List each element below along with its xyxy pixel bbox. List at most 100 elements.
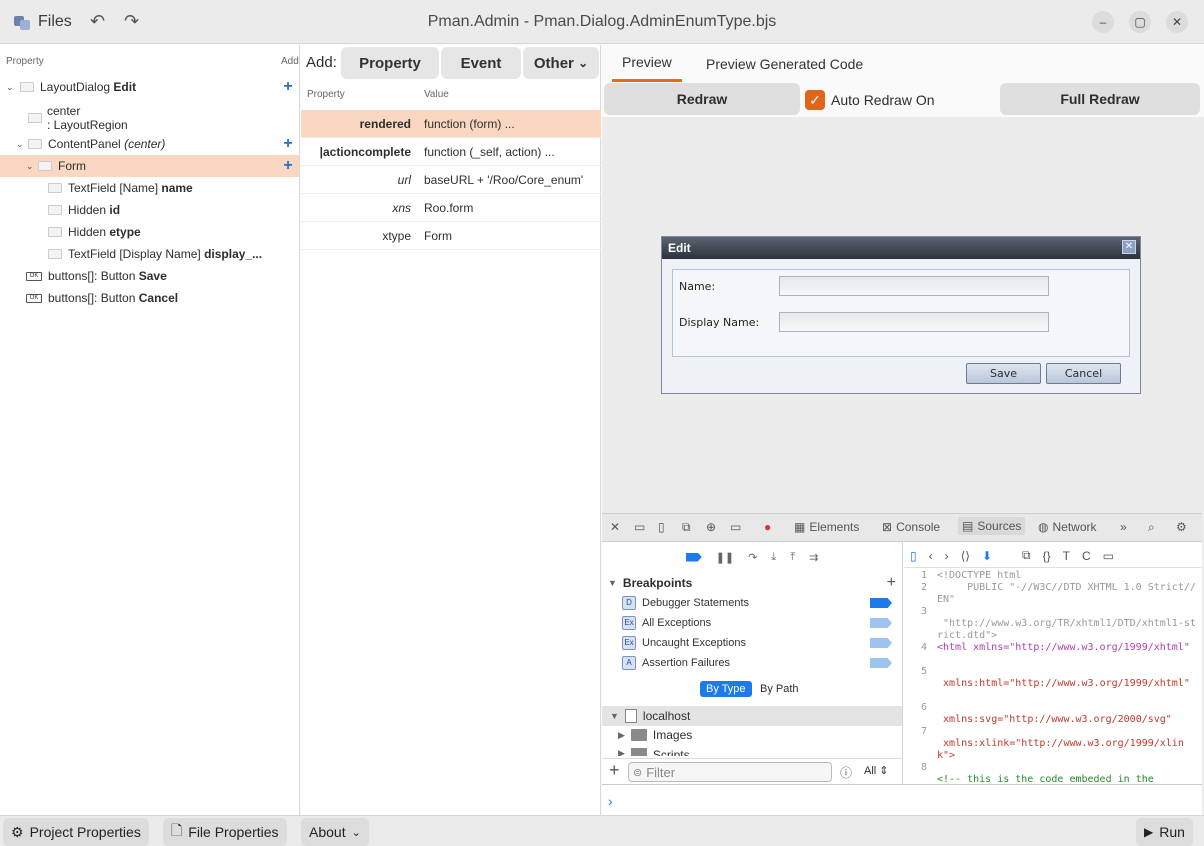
resource-folder-images[interactable]: ▶ Images bbox=[618, 728, 692, 742]
resource-host-row[interactable]: ▼ localhost bbox=[602, 706, 902, 726]
search-icon[interactable]: ⌕ bbox=[1148, 520, 1155, 535]
dialog-save-button[interactable]: Save bbox=[966, 363, 1041, 384]
tree-row-button-save[interactable]: OK buttons[]: Button Save bbox=[0, 265, 299, 287]
source-code-view[interactable]: 1 <!DOCTYPE html 2 PUBLIC "-//W3C//DTD X… bbox=[907, 570, 1201, 782]
prop-row[interactable]: xtype Form bbox=[301, 222, 601, 250]
add-event-button[interactable]: Event bbox=[441, 47, 521, 79]
about-button[interactable]: About ⌄ bbox=[301, 818, 369, 846]
breakpoint-flag-icon[interactable] bbox=[870, 638, 892, 648]
text-icon[interactable]: T bbox=[1063, 549, 1070, 563]
prop-row[interactable]: url baseURL + '/Roo/Core_enum' bbox=[301, 166, 601, 194]
expand-triangle-icon[interactable]: ▶ bbox=[618, 748, 625, 756]
add-child-icon[interactable]: + bbox=[281, 136, 295, 152]
step-over-icon[interactable]: ↷ bbox=[748, 551, 757, 564]
collapse-triangle-icon[interactable]: ▼ bbox=[610, 711, 619, 721]
close-button[interactable]: ✕ bbox=[1166, 11, 1188, 33]
step-out-icon[interactable]: ⤒ bbox=[790, 551, 795, 564]
run-button[interactable]: ▶ Run bbox=[1136, 818, 1193, 846]
download-icon[interactable]: ⬇ bbox=[982, 549, 992, 563]
breakpoints-toggle-icon[interactable] bbox=[685, 552, 702, 562]
pause-icon[interactable]: ❚❚ bbox=[716, 551, 734, 564]
more-tabs-icon[interactable]: » bbox=[1120, 520, 1127, 534]
by-type-toggle[interactable]: By Type bbox=[700, 681, 752, 697]
redraw-button[interactable]: Redraw bbox=[604, 83, 800, 115]
copy-icon[interactable]: ⧉ bbox=[1022, 548, 1031, 563]
full-redraw-button[interactable]: Full Redraw bbox=[1000, 83, 1200, 115]
minimize-button[interactable]: – bbox=[1092, 11, 1114, 33]
dialog-close-icon[interactable]: ✕ bbox=[1122, 240, 1136, 254]
redo-icon[interactable]: ↷ bbox=[124, 11, 139, 32]
maximize-button[interactable]: ▢ bbox=[1129, 11, 1151, 33]
error-icon[interactable]: ● bbox=[764, 520, 771, 534]
prop-row[interactable]: |actioncomplete function (_self, action)… bbox=[301, 138, 601, 166]
breakpoint-item[interactable]: Ex Uncaught Exceptions bbox=[622, 636, 898, 650]
collapse-triangle-icon[interactable]: ▼ bbox=[608, 578, 617, 588]
tree-row-hidden-id[interactable]: Hidden id bbox=[0, 199, 299, 221]
filter-input[interactable]: ⊜ Filter bbox=[628, 762, 832, 782]
filter-scope-select[interactable]: All ⇕ bbox=[864, 764, 889, 777]
tree-row-hidden-etype[interactable]: Hidden etype bbox=[0, 221, 299, 243]
tab-preview[interactable]: Preview bbox=[612, 45, 682, 82]
breakpoint-flag-icon[interactable] bbox=[870, 598, 892, 608]
by-path-toggle[interactable]: By Path bbox=[760, 683, 799, 695]
tree-row-center[interactable]: center : LayoutRegion bbox=[0, 104, 299, 132]
tree-row-textfield-name[interactable]: TextField [Name] name bbox=[0, 177, 299, 199]
navigator-toggle-icon[interactable]: ▯ bbox=[910, 549, 917, 563]
breakpoints-header[interactable]: ▼ Breakpoints + bbox=[602, 572, 902, 594]
add-child-icon[interactable]: + bbox=[281, 79, 295, 95]
files-button[interactable]: Files bbox=[14, 11, 72, 33]
breakpoint-flag-icon[interactable] bbox=[870, 658, 892, 668]
console-prompt[interactable]: › bbox=[602, 784, 1202, 816]
project-properties-button[interactable]: ⚙ Project Properties bbox=[3, 818, 149, 846]
step-into-icon[interactable]: ⤓ bbox=[771, 551, 776, 564]
dock-bottom-icon[interactable]: ▭ bbox=[634, 520, 645, 534]
inspect-target-icon[interactable]: ⊕ bbox=[706, 520, 716, 534]
forward-icon[interactable]: › bbox=[945, 549, 949, 563]
tab-network[interactable]: ◍ Network bbox=[1038, 520, 1097, 534]
expand-arrow-icon[interactable]: ⌄ bbox=[16, 139, 24, 150]
continue-icon[interactable]: ⇉ bbox=[809, 551, 818, 564]
tree-row-contentpanel[interactable]: ⌄ ContentPanel (center) + bbox=[0, 133, 299, 155]
name-input[interactable] bbox=[779, 276, 1049, 296]
add-child-icon[interactable]: + bbox=[281, 158, 295, 174]
breakpoint-item[interactable]: D Debugger Statements bbox=[622, 596, 898, 610]
resource-folder-scripts[interactable]: ▶ Scripts bbox=[618, 748, 690, 756]
tab-preview-code[interactable]: Preview Generated Code bbox=[696, 45, 873, 82]
auto-redraw-toggle[interactable]: ✓ Auto Redraw On bbox=[805, 90, 935, 110]
tree-row-button-cancel[interactable]: OK buttons[]: Button Cancel bbox=[0, 287, 299, 309]
tree-row-textfield-display[interactable]: TextField [Display Name] display_... bbox=[0, 243, 299, 265]
add-resource-icon[interactable]: + bbox=[609, 760, 620, 781]
settings-gear-icon[interactable]: ⚙ bbox=[1176, 520, 1187, 534]
css-icon[interactable]: C bbox=[1082, 549, 1091, 563]
breakpoint-flag-icon[interactable] bbox=[870, 618, 892, 628]
expand-arrow-icon[interactable]: ⌄ bbox=[26, 161, 34, 172]
detach-icon[interactable]: ⧉ bbox=[682, 520, 691, 535]
info-icon[interactable]: ⓘ bbox=[840, 764, 852, 781]
prop-row[interactable]: rendered function (form) ... bbox=[301, 110, 601, 138]
pretty-print-icon[interactable]: {} bbox=[1043, 549, 1051, 563]
add-other-button[interactable]: Other ⌄ bbox=[523, 47, 599, 79]
display-name-input[interactable] bbox=[779, 312, 1049, 332]
expand-triangle-icon[interactable]: ▶ bbox=[618, 730, 625, 741]
back-icon[interactable]: ‹ bbox=[929, 549, 933, 563]
prop-row[interactable]: xns Roo.form bbox=[301, 194, 601, 222]
device-icon[interactable]: ▭ bbox=[730, 520, 741, 534]
expand-arrow-icon[interactable]: ⌄ bbox=[6, 82, 14, 93]
breakpoint-item[interactable]: A Assertion Failures bbox=[622, 656, 898, 670]
tree-row-layoutdialog[interactable]: ⌄ LayoutDialog Edit + bbox=[0, 76, 299, 98]
dialog-cancel-button[interactable]: Cancel bbox=[1046, 363, 1121, 384]
file-properties-button[interactable]: 🗋 File Properties bbox=[163, 818, 287, 846]
add-property-button[interactable]: Property bbox=[341, 47, 439, 79]
split-icon[interactable]: ▭ bbox=[1103, 549, 1114, 563]
tree-row-form[interactable]: ⌄ Form + bbox=[0, 155, 299, 177]
breakpoint-item[interactable]: Ex All Exceptions bbox=[622, 616, 898, 630]
close-inspector-icon[interactable]: ✕ bbox=[610, 520, 620, 534]
tab-console[interactable]: ⊠ Console bbox=[882, 520, 940, 534]
undo-icon[interactable]: ↶ bbox=[90, 11, 105, 32]
html-file-icon[interactable]: ⟨⟩ bbox=[961, 549, 970, 563]
dock-right-icon[interactable]: ▯ bbox=[658, 520, 665, 534]
checkbox-checked-icon[interactable]: ✓ bbox=[805, 90, 825, 110]
add-breakpoint-icon[interactable]: + bbox=[887, 574, 896, 592]
tab-sources[interactable]: ▤ Sources bbox=[958, 517, 1026, 535]
tab-elements[interactable]: ▦ Elements bbox=[794, 520, 859, 534]
